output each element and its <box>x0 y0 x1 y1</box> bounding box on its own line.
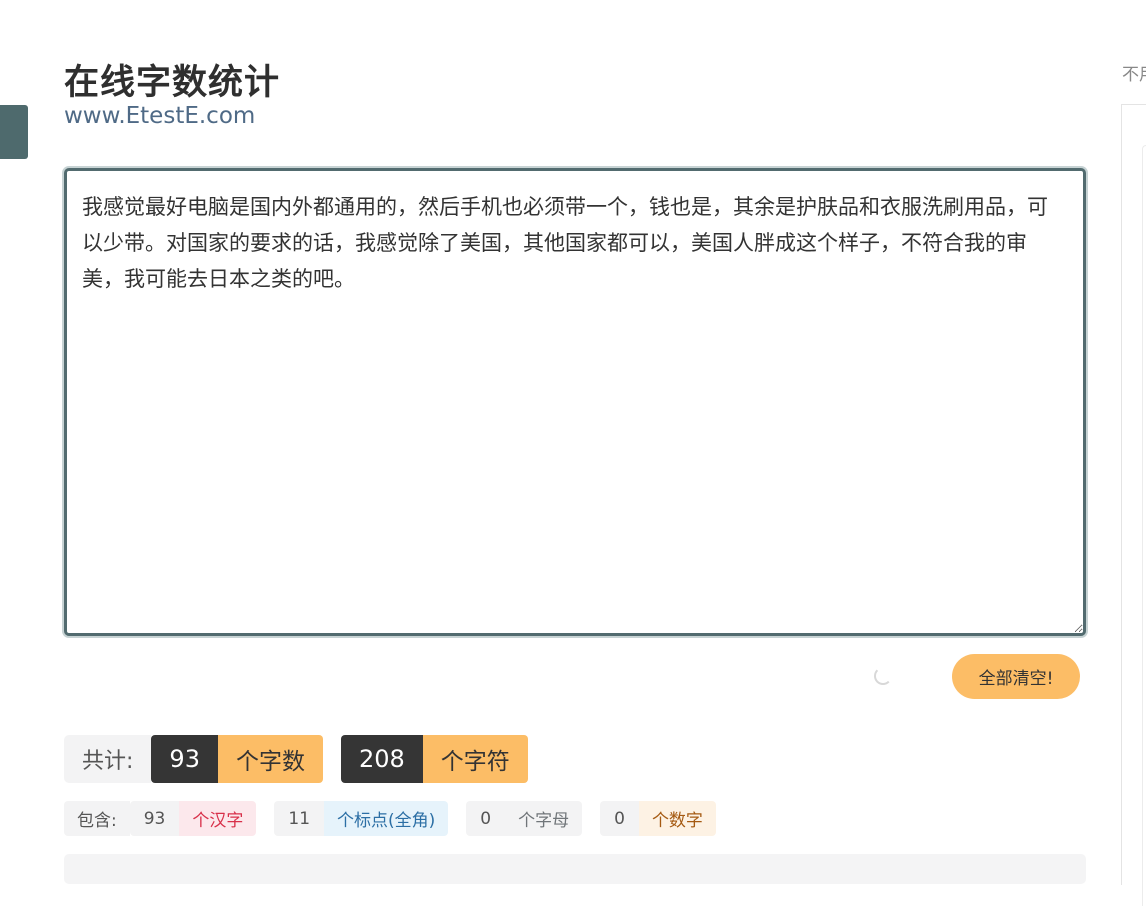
right-panel <box>1121 104 1146 906</box>
right-panel-card <box>1142 145 1146 906</box>
letter-count: 0 个字母 <box>466 801 583 836</box>
digit-value: 0 <box>600 801 639 836</box>
chinese-char-count: 93 个汉字 <box>129 801 257 836</box>
char-count-value: 208 <box>340 735 423 783</box>
char-count-badge: 208 个字符 <box>340 735 528 783</box>
digit-count: 0 个数字 <box>600 801 716 836</box>
site-url: www.EtestE.com <box>64 103 256 129</box>
word-count-badge: 93 个字数 <box>151 735 323 783</box>
detail-label: 包含: <box>64 801 130 836</box>
word-count-value: 93 <box>151 735 218 783</box>
char-count-unit: 个字符 <box>422 735 528 783</box>
loading-spinner-icon <box>874 667 892 685</box>
page-title: 在线字数统计 <box>64 63 281 103</box>
word-count-unit: 个字数 <box>217 735 323 783</box>
text-input[interactable]: 我感觉最好电脑是国内外都通用的，然后手机也必须带一个，钱也是，其余是护肤品和衣服… <box>64 168 1086 636</box>
letter-value: 0 <box>466 801 506 836</box>
digit-unit: 个数字 <box>638 801 716 836</box>
bottom-panel <box>64 854 1086 884</box>
side-tab[interactable] <box>0 105 28 159</box>
chinese-char-unit: 个汉字 <box>179 801 257 836</box>
right-column-text: 不用 <box>1122 65 1146 85</box>
total-count-row: 共计: 93 个字数 208 个字符 <box>64 735 528 783</box>
detail-count-row: 包含: 93 个汉字 11 个标点(全角) 0 个字母 0 个数字 <box>64 801 716 836</box>
letter-unit: 个字母 <box>505 801 583 836</box>
punctuation-count: 11 个标点(全角) <box>274 801 449 836</box>
punctuation-unit: 个标点(全角) <box>324 801 449 836</box>
punctuation-value: 11 <box>274 801 325 836</box>
chinese-char-value: 93 <box>129 801 180 836</box>
total-label: 共计: <box>64 735 152 783</box>
clear-all-button[interactable]: 全部清空! <box>952 654 1080 699</box>
